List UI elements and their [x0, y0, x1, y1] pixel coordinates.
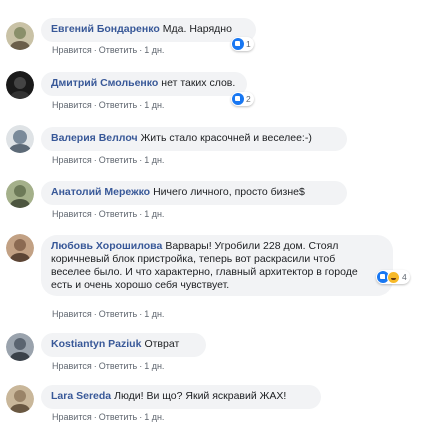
reaction-count: 4	[402, 272, 407, 282]
separator: ·	[139, 309, 143, 319]
comment-author[interactable]: Дмитрий Смольенко	[51, 77, 158, 89]
comment-actions: Нравится · Ответить · 1 дн.	[52, 412, 164, 422]
comment-text-line: Варвары! Угробили 228 дом. Стоял	[165, 240, 339, 252]
reply-link[interactable]: Ответить	[99, 100, 137, 110]
like-reaction-icon	[232, 93, 244, 105]
timestamp[interactable]: 1 дн.	[144, 100, 164, 110]
separator: ·	[93, 309, 97, 319]
reaction-count: 1	[246, 39, 251, 49]
comment-actions: Нравится · Ответить · 1 дн.	[52, 309, 164, 319]
comment-text: Жить стало красочней и веселее:-)	[140, 132, 312, 144]
separator: ·	[93, 209, 97, 219]
comment-text-line: есть и очень хорошо себя чувствует.	[51, 279, 230, 291]
comment-author[interactable]: Анатолий Мережко	[51, 186, 150, 198]
timestamp[interactable]: 1 дн.	[144, 412, 164, 422]
comment-bubble: Валерия Веллоч Жить стало красочней и вес…	[41, 127, 347, 151]
avatar-image	[6, 234, 34, 262]
reaction-summary[interactable]: 1	[231, 37, 254, 51]
separator: ·	[139, 412, 143, 422]
avatar-image	[6, 125, 34, 153]
like-link[interactable]: Нравится	[52, 412, 92, 422]
reply-link[interactable]: Ответить	[99, 309, 137, 319]
reply-link[interactable]: Ответить	[99, 209, 137, 219]
avatar[interactable]	[6, 22, 34, 50]
like-link[interactable]: Нравится	[52, 361, 92, 371]
avatar[interactable]	[6, 333, 34, 361]
avatar[interactable]	[6, 385, 34, 413]
reply-link[interactable]: Ответить	[99, 155, 137, 165]
comment-author[interactable]: Любовь Хорошилова	[51, 240, 162, 252]
reply-link[interactable]: Ответить	[99, 412, 137, 422]
comment-actions: Нравится · Ответить · 1 дн.	[52, 100, 164, 110]
comment-text: Отврат	[144, 338, 180, 350]
comment-actions: Нравится · Ответить · 1 дн.	[52, 155, 164, 165]
comment-text-line: коричневый блок пристройка, теперь вот р…	[51, 253, 336, 265]
haha-reaction-icon	[387, 270, 400, 284]
reply-link[interactable]: Ответить	[99, 361, 137, 371]
comment-bubble: Евгений Бондаренко Мда. Нарядно	[41, 18, 256, 42]
reaction-summary[interactable]: 4	[376, 270, 410, 284]
separator: ·	[93, 100, 97, 110]
reply-link[interactable]: Ответить	[99, 45, 137, 55]
like-reaction-icon	[232, 38, 244, 50]
like-link[interactable]: Нравится	[52, 309, 92, 319]
reaction-count: 2	[246, 94, 251, 104]
comment-bubble: Анатолий Мережко Ничего личного, просто б…	[41, 181, 347, 205]
separator: ·	[93, 45, 97, 55]
separator: ·	[93, 155, 97, 165]
reaction-summary[interactable]: 2	[231, 92, 254, 106]
like-link[interactable]: Нравится	[52, 100, 92, 110]
comment-actions: Нравится · Ответить · 1 дн.	[52, 45, 164, 55]
separator: ·	[139, 45, 143, 55]
comment-bubble: Lara Sereda Люди! Ви що? Який яскравий ЖА…	[41, 385, 321, 409]
comment-text: Ничего личного, просто бизне$	[153, 186, 305, 198]
comment-text: нет таких слов.	[161, 77, 236, 89]
avatar-image	[6, 180, 34, 208]
comment-bubble: Kostiantyn Paziuk Отврат	[41, 333, 206, 357]
separator: ·	[139, 209, 143, 219]
comment-text: Люди! Ви що? Який яскравий ЖАХ!	[114, 390, 287, 402]
comment-author[interactable]: Lara Sereda	[51, 390, 111, 402]
comment-actions: Нравится · Ответить · 1 дн.	[52, 209, 164, 219]
timestamp[interactable]: 1 дн.	[144, 209, 164, 219]
comment-author[interactable]: Kostiantyn Paziuk	[51, 338, 141, 350]
comment-author[interactable]: Валерия Веллоч	[51, 132, 138, 144]
comment-bubble: Дмитрий Смольенко нет таких слов.	[41, 72, 247, 96]
timestamp[interactable]: 1 дн.	[144, 361, 164, 371]
avatar[interactable]	[6, 71, 34, 99]
avatar-image	[6, 71, 34, 99]
comment-author[interactable]: Евгений Бондаренко	[51, 23, 160, 35]
comment-actions: Нравится · Ответить · 1 дн.	[52, 361, 164, 371]
avatar-image	[6, 333, 34, 361]
timestamp[interactable]: 1 дн.	[144, 155, 164, 165]
separator: ·	[93, 361, 97, 371]
avatar-image	[6, 22, 34, 50]
separator: ·	[139, 155, 143, 165]
like-link[interactable]: Нравится	[52, 155, 92, 165]
comment-bubble: Любовь Хорошилова Варвары! Угробили 228 д…	[41, 235, 393, 296]
comment-text-line: веселее было. И что характерно, главный …	[51, 266, 358, 278]
separator: ·	[93, 412, 97, 422]
avatar[interactable]	[6, 180, 34, 208]
like-link[interactable]: Нравится	[52, 209, 92, 219]
like-link[interactable]: Нравится	[52, 45, 92, 55]
avatar-image	[6, 385, 34, 413]
avatar[interactable]	[6, 125, 34, 153]
avatar[interactable]	[6, 234, 34, 262]
comment-text: Мда. Нарядно	[162, 23, 232, 35]
timestamp[interactable]: 1 дн.	[144, 45, 164, 55]
separator: ·	[139, 100, 143, 110]
separator: ·	[139, 361, 143, 371]
timestamp[interactable]: 1 дн.	[144, 309, 164, 319]
